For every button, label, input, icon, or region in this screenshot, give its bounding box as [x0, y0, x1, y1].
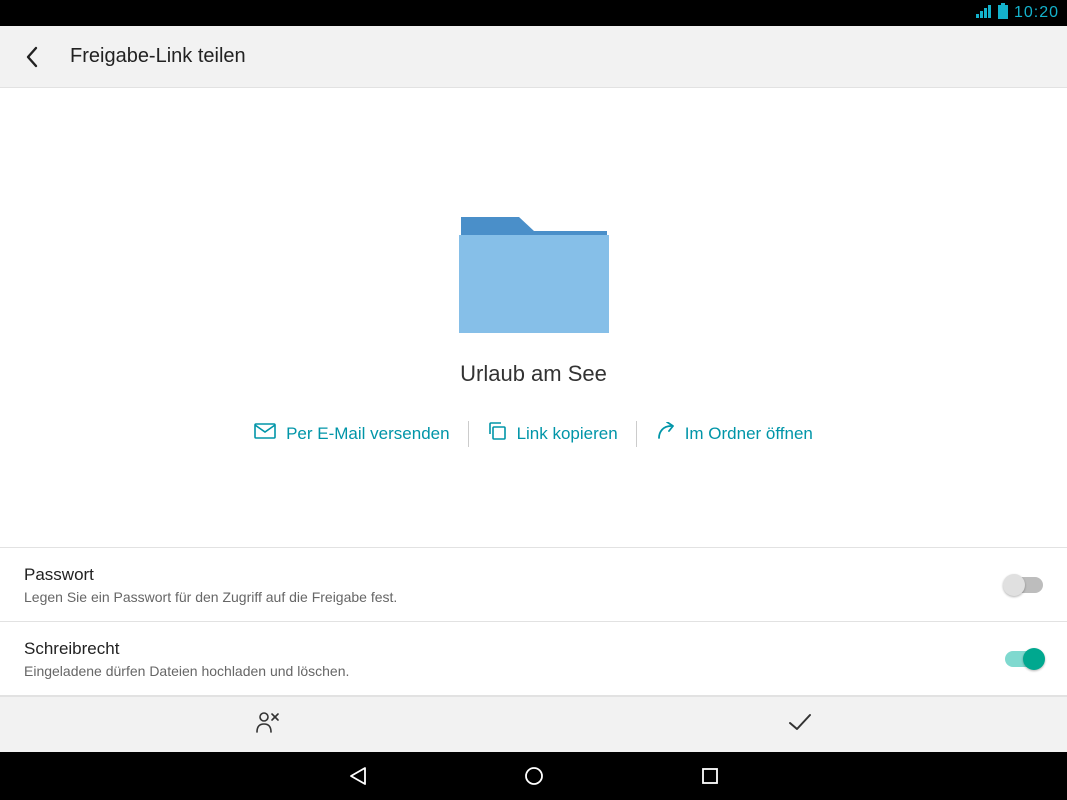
- send-email-label: Per E-Mail versenden: [286, 424, 449, 444]
- remove-user-icon: [254, 710, 280, 739]
- app-bar: Freigabe-Link teilen: [0, 26, 1067, 88]
- bottom-action-bar: [0, 696, 1067, 752]
- copy-icon: [487, 421, 507, 446]
- copy-link-label: Link kopieren: [517, 424, 618, 444]
- open-folder-button[interactable]: Im Ordner öffnen: [637, 422, 831, 445]
- copy-link-button[interactable]: Link kopieren: [469, 421, 636, 446]
- action-row: Per E-Mail versenden Link kopieren Im Or…: [236, 421, 831, 447]
- setting-write-sub: Eingeladene dürfen Dateien hochladen und…: [24, 663, 349, 679]
- signal-icon: [976, 4, 992, 23]
- toggle-password[interactable]: [1005, 577, 1043, 593]
- status-time: 10:20: [1014, 4, 1059, 22]
- setting-write-title: Schreibrecht: [24, 639, 349, 659]
- main-content: Urlaub am See Per E-Mail versenden Link …: [0, 88, 1067, 752]
- battery-icon: [998, 3, 1008, 24]
- check-icon: [787, 712, 813, 737]
- back-button[interactable]: [20, 45, 44, 69]
- status-bar: 10:20: [0, 0, 1067, 26]
- setting-password: Passwort Legen Sie ein Passwort für den …: [0, 548, 1067, 622]
- nav-home-button[interactable]: [521, 763, 547, 789]
- mail-icon: [254, 423, 276, 444]
- setting-password-sub: Legen Sie ein Passwort für den Zugriff a…: [24, 589, 397, 605]
- remove-user-button[interactable]: [0, 697, 534, 752]
- folder-area: Urlaub am See Per E-Mail versenden Link …: [0, 88, 1067, 547]
- toggle-write[interactable]: [1005, 651, 1043, 667]
- android-nav-bar: [0, 752, 1067, 800]
- confirm-button[interactable]: [534, 697, 1067, 752]
- page-title: Freigabe-Link teilen: [70, 45, 246, 68]
- open-folder-label: Im Ordner öffnen: [685, 424, 813, 444]
- nav-back-button[interactable]: [345, 763, 371, 789]
- open-icon: [655, 422, 675, 445]
- setting-password-title: Passwort: [24, 565, 397, 585]
- nav-recent-button[interactable]: [697, 763, 723, 789]
- setting-write: Schreibrecht Eingeladene dürfen Dateien …: [0, 622, 1067, 696]
- settings-list: Passwort Legen Sie ein Passwort für den …: [0, 547, 1067, 696]
- send-email-button[interactable]: Per E-Mail versenden: [236, 423, 467, 444]
- folder-icon: [459, 209, 609, 333]
- folder-name: Urlaub am See: [460, 361, 607, 387]
